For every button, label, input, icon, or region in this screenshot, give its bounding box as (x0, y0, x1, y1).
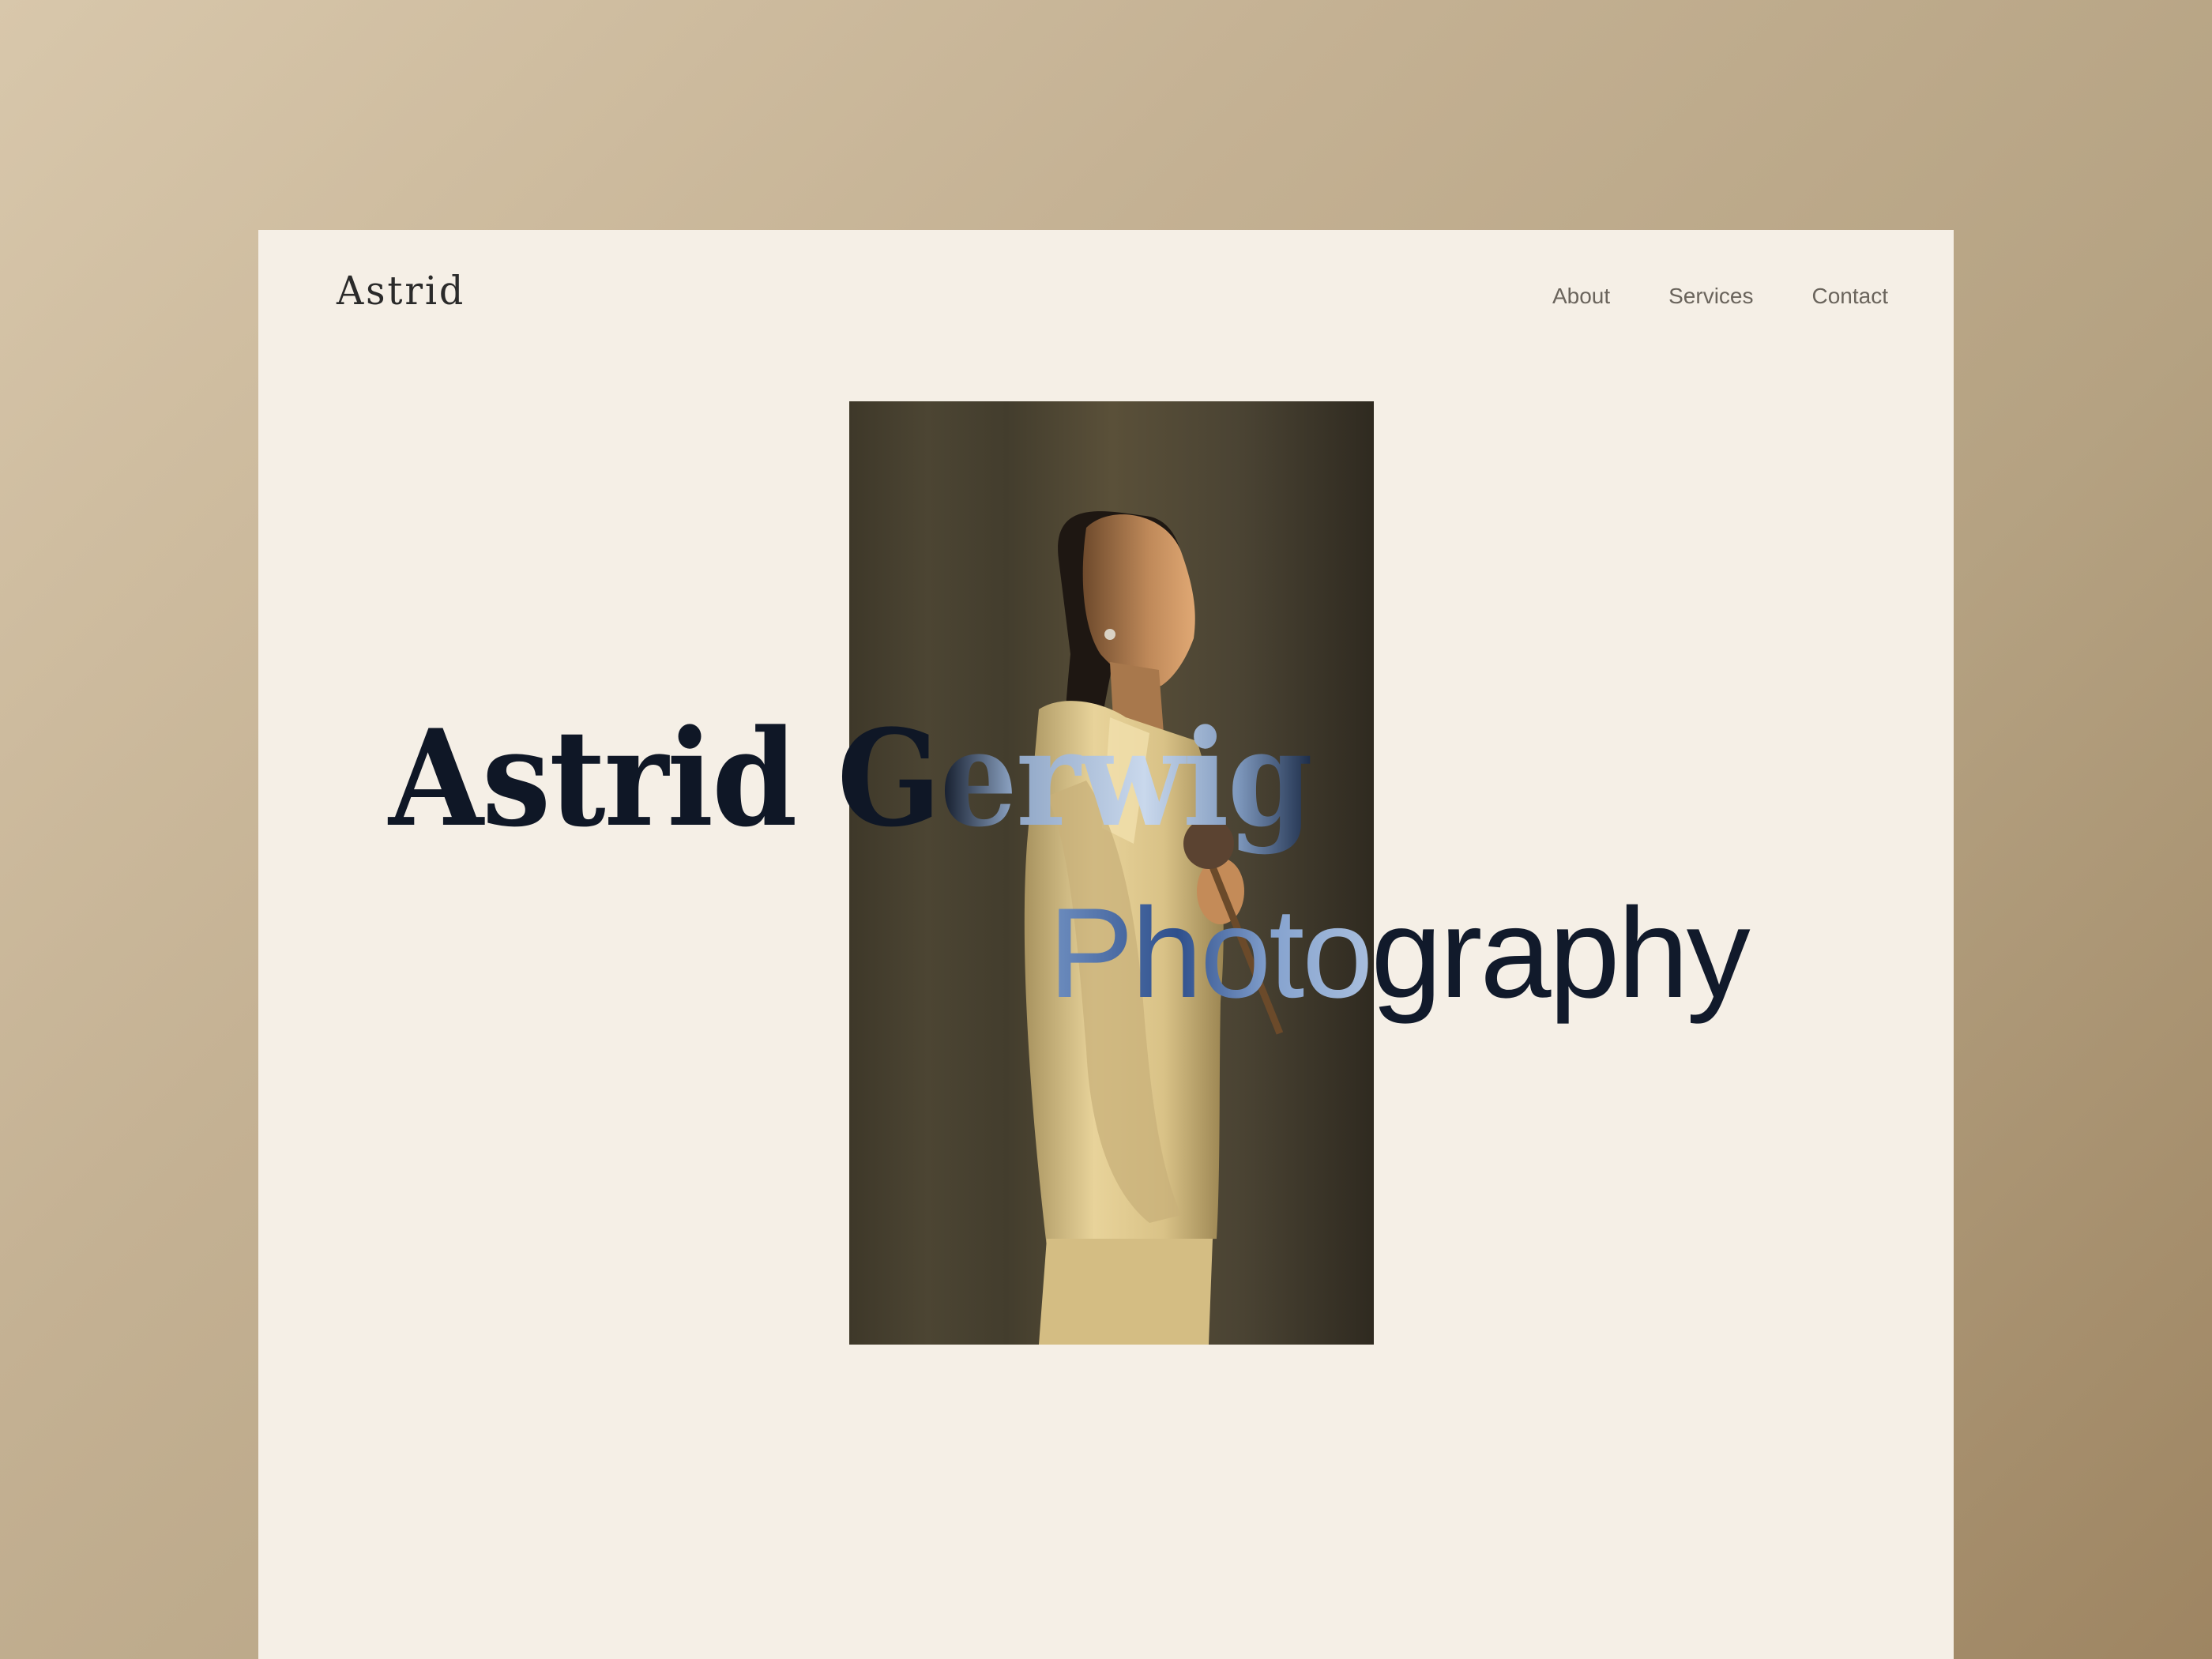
hero-title: Astrid Gerwig (389, 712, 1313, 845)
hero-title-overlay: erwig (939, 700, 1313, 856)
hero-subtitle-plain: graphy (1371, 882, 1750, 1025)
website-frame: Astrid About Services Contact Astrid Ger… (258, 230, 1954, 1659)
nav-link-contact[interactable]: Contact (1812, 285, 1889, 307)
hero-subtitle-overlay: Photo (1048, 882, 1373, 1025)
site-logo[interactable]: Astrid (337, 271, 465, 310)
hero-title-plain: Astrid G (389, 700, 941, 856)
nav-link-about[interactable]: About (1552, 285, 1610, 307)
main-nav: About Services Contact (1552, 285, 1888, 307)
hero-subtitle: Photography (1048, 890, 1751, 1018)
portrait-illustration (849, 401, 1374, 1345)
hero-portrait-photo (849, 401, 1374, 1345)
nav-link-services[interactable]: Services (1668, 285, 1753, 307)
